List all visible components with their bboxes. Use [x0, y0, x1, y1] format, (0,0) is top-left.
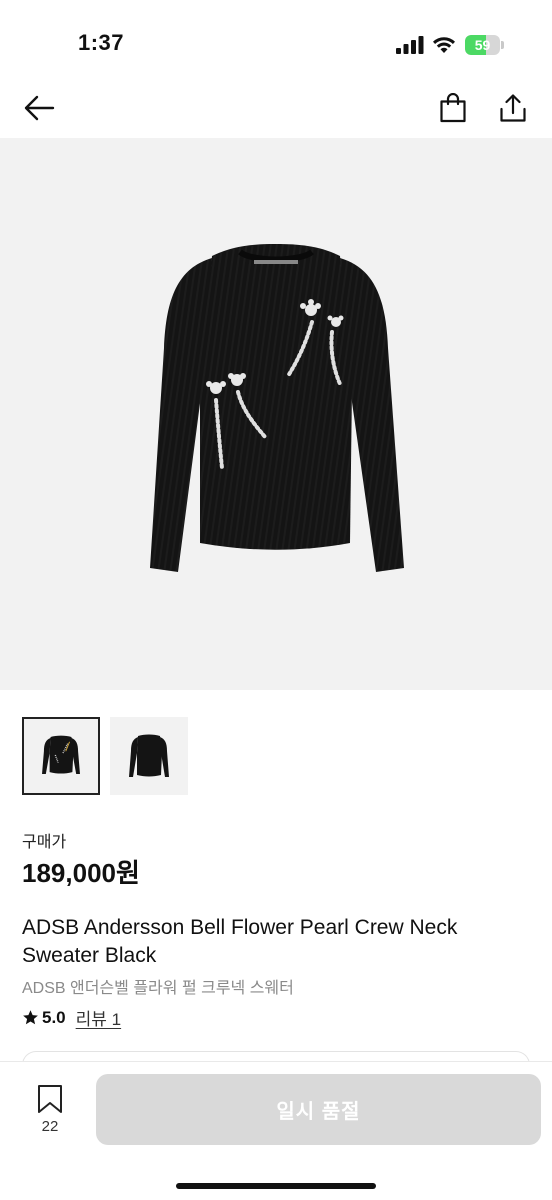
share-button[interactable] — [495, 90, 531, 126]
arrow-left-icon — [24, 95, 55, 121]
thumbnail-front[interactable] — [22, 717, 100, 795]
bottom-action-bar: 22 일시 품절 — [0, 1061, 552, 1200]
product-image[interactable] — [0, 138, 552, 690]
thumbnail-back[interactable] — [110, 717, 188, 795]
wifi-icon — [433, 37, 455, 53]
star-icon — [23, 1010, 38, 1025]
wishlist-count: 22 — [41, 1118, 59, 1135]
top-navigation — [0, 80, 552, 138]
share-icon — [500, 94, 526, 122]
sold-out-button[interactable]: 일시 품절 — [96, 1074, 541, 1145]
cellular-signal-icon — [396, 36, 424, 54]
battery-tip — [501, 41, 504, 49]
review-link[interactable]: 리뷰 1 — [76, 1005, 121, 1030]
shopping-bag-icon — [440, 93, 466, 123]
product-subtitle: ADSB 앤더슨벨 플라워 펄 크루넥 스웨터 — [22, 980, 294, 997]
battery-body: 59 — [465, 35, 500, 55]
battery-percent: 59 — [474, 37, 491, 53]
back-button[interactable] — [21, 90, 57, 126]
thumbnail-back-image — [129, 734, 169, 777]
thumbnail-front-image — [42, 735, 80, 775]
battery-icon: 59 — [465, 35, 505, 55]
price-label: 구매가 — [22, 834, 67, 851]
product-title: ADSB Andersson Bell Flower Pearl Crew Ne… — [22, 916, 458, 967]
product-price: 189,000원 — [22, 858, 140, 888]
status-time: 1:37 — [78, 30, 125, 55]
home-indicator — [176, 1183, 376, 1189]
status-bar: 1:37 59 — [0, 0, 552, 80]
rating-row: 5.0 리뷰 1 — [22, 1005, 121, 1030]
wishlist-button[interactable]: 22 — [25, 1084, 75, 1140]
sweater-illustration — [150, 244, 404, 572]
bookmark-icon — [38, 1085, 62, 1113]
shopping-bag-button[interactable] — [435, 90, 471, 126]
rating-value: 5.0 — [42, 1007, 66, 1027]
